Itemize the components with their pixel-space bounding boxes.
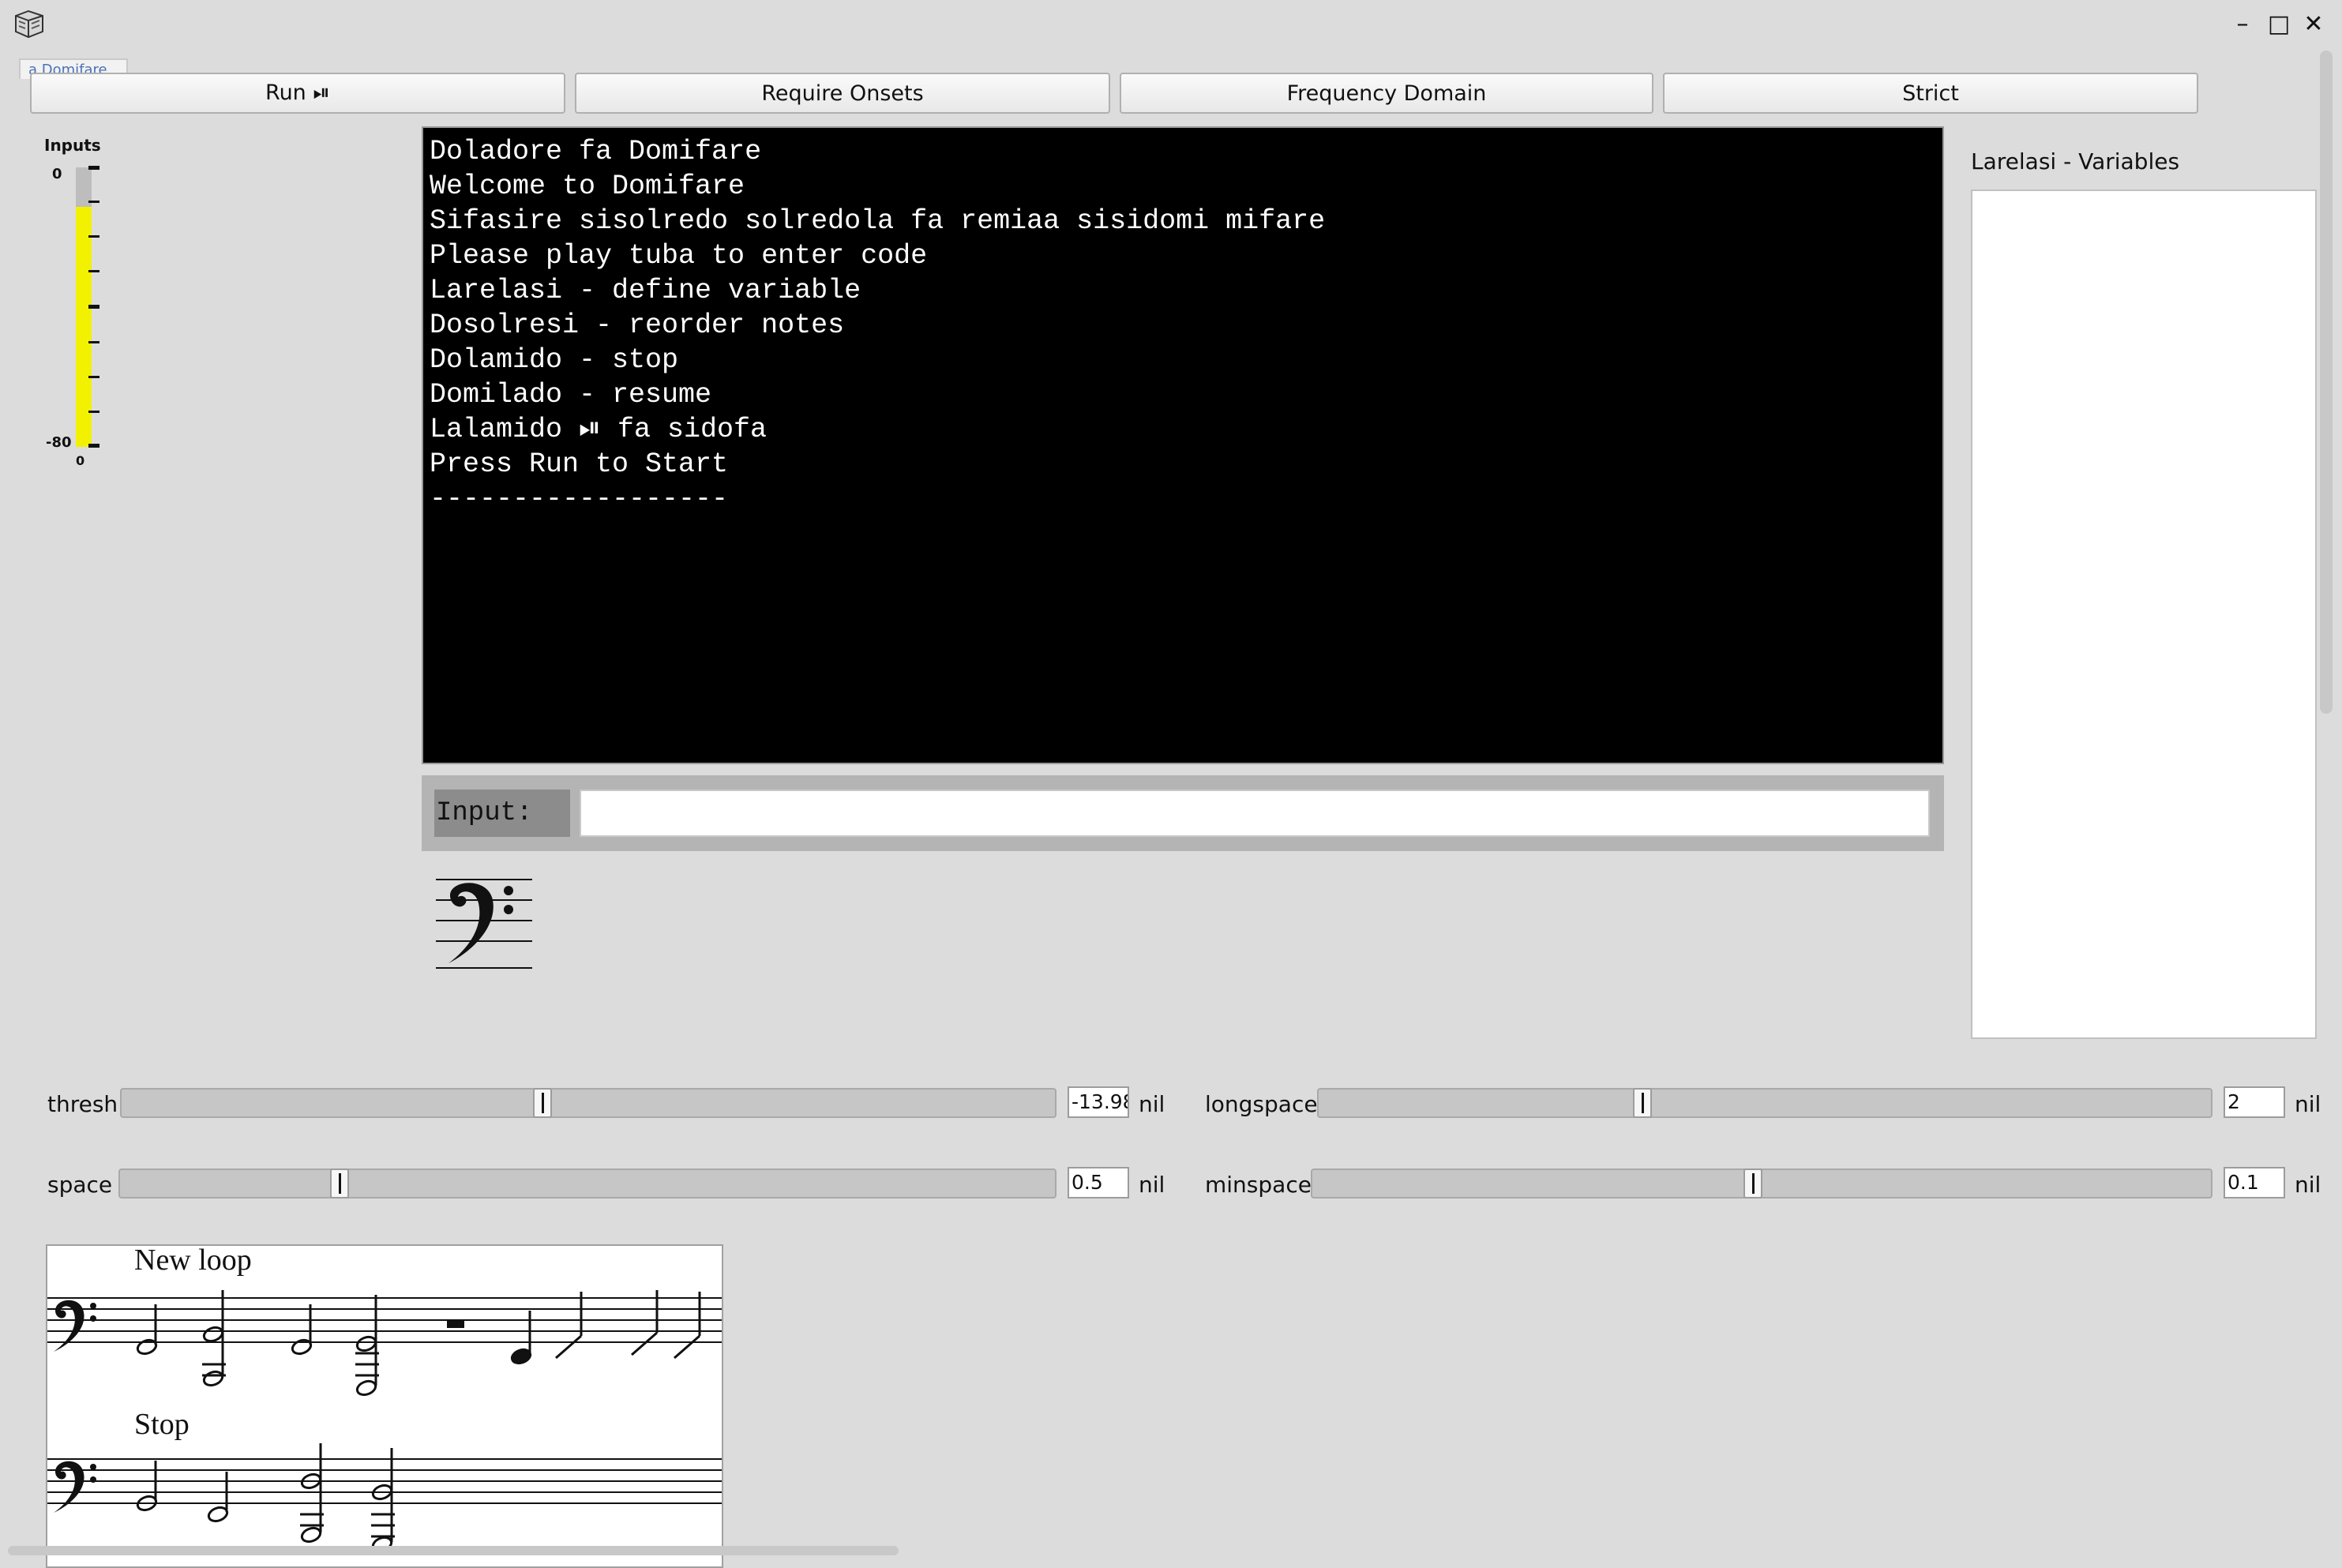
space-slider-handle[interactable] xyxy=(330,1168,349,1199)
console-line: Dosolresi - reorder notes xyxy=(430,309,845,341)
meter-tick xyxy=(88,166,99,170)
space-label: space xyxy=(47,1172,113,1198)
console-line: ------------------ xyxy=(430,483,729,515)
meter-tick xyxy=(88,411,99,413)
require-onsets-button[interactable]: Require Onsets xyxy=(575,73,1110,114)
console-line: Please play tuba to enter code xyxy=(430,240,928,272)
meter-value-label: 0 xyxy=(76,453,85,468)
meter-tick xyxy=(88,201,99,203)
meter-title: Inputs xyxy=(44,136,101,155)
space-value-field[interactable]: 0.5 xyxy=(1068,1167,1129,1199)
longspace-slider[interactable] xyxy=(1317,1088,2213,1118)
meter-tick xyxy=(88,376,99,378)
code-input-field[interactable] xyxy=(580,790,1930,837)
console-line: Doladore fa Domifare xyxy=(430,136,762,167)
console-line: Larelasi - define variable xyxy=(430,275,861,306)
meter-tick xyxy=(88,235,99,238)
bass-clef-icon xyxy=(54,1300,96,1352)
console-line: Welcome to Domifare xyxy=(430,171,745,202)
space-unit: nil xyxy=(1139,1172,1165,1198)
meter-tick xyxy=(88,341,99,343)
space-slider[interactable] xyxy=(118,1168,1057,1199)
console-line: Press Run to Start xyxy=(430,448,729,480)
score-view: New loop Stop xyxy=(46,1244,723,1568)
bass-clef-icon xyxy=(54,1461,96,1513)
longspace-label: longspace xyxy=(1205,1091,1318,1117)
meter-tick xyxy=(88,270,99,272)
console-output: Doladore fa Domifare Welcome to Domifare… xyxy=(422,126,1944,764)
frequency-domain-button[interactable]: Frequency Domain xyxy=(1120,73,1653,114)
meter-tick xyxy=(88,444,99,448)
minspace-unit: nil xyxy=(2295,1172,2321,1198)
longspace-unit: nil xyxy=(2295,1091,2321,1117)
minspace-label: minspace xyxy=(1205,1172,1312,1198)
console-line: Sifasire sisolredo solredola fa remiaa s… xyxy=(430,205,1326,237)
thresh-slider[interactable] xyxy=(120,1088,1057,1118)
run-button[interactable]: Run ⏯ xyxy=(30,73,565,114)
minspace-value-field[interactable]: 0.1 xyxy=(2224,1167,2285,1199)
close-button[interactable]: ✕ xyxy=(2296,6,2331,41)
minspace-slider-handle[interactable] xyxy=(1743,1168,1762,1199)
thresh-label: thresh xyxy=(47,1091,118,1117)
meter-bottom-label: -80 xyxy=(46,434,72,451)
longspace-value-field[interactable]: 2 xyxy=(2224,1086,2285,1118)
thresh-slider-handle[interactable] xyxy=(533,1088,552,1118)
variables-list[interactable] xyxy=(1971,189,2317,1039)
console-line: Dolamido - stop xyxy=(430,344,679,376)
score-staves xyxy=(47,1290,722,1553)
meter-top-label: 0 xyxy=(52,166,62,182)
console-line: Lalamido ⏯ fa sidofa xyxy=(430,414,768,445)
vertical-scrollbar[interactable] xyxy=(2320,51,2333,714)
maximize-button[interactable]: □ xyxy=(2261,6,2296,41)
bass-clef-icon xyxy=(436,879,532,969)
thresh-value-field[interactable]: -13.98 xyxy=(1068,1086,1129,1118)
variables-title: Larelasi - Variables xyxy=(1971,148,2180,174)
longspace-slider-handle[interactable] xyxy=(1633,1088,1652,1118)
console-line: Domilado - resume xyxy=(430,379,712,411)
app-cube-icon xyxy=(15,9,43,39)
meter-tick xyxy=(88,305,99,309)
strict-button[interactable]: Strict xyxy=(1663,73,2198,114)
input-label: Input: xyxy=(434,790,570,837)
thresh-unit: nil xyxy=(1139,1091,1165,1117)
horizontal-scrollbar[interactable] xyxy=(8,1546,899,1555)
minimize-button[interactable]: – xyxy=(2225,6,2260,41)
